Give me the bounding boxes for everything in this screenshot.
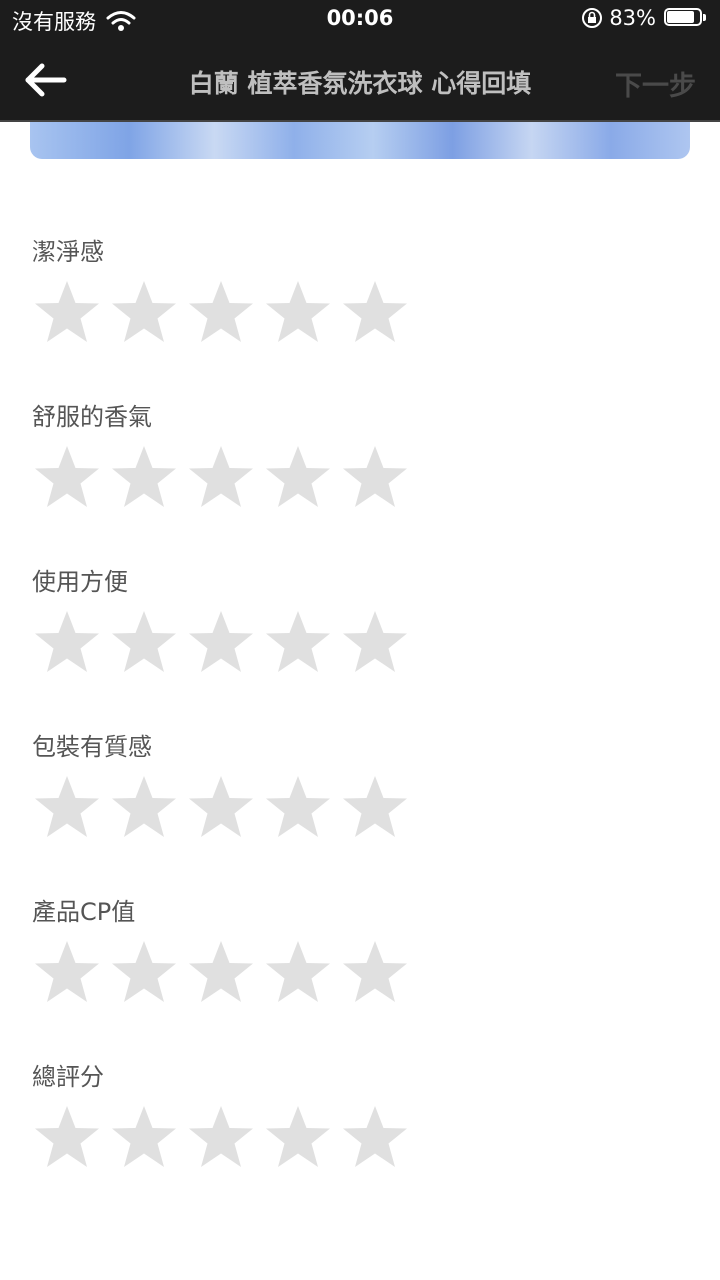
- status-bar: 沒有服務 00:06 83%: [0, 0, 720, 40]
- star-icon[interactable]: [340, 279, 410, 347]
- star-icon[interactable]: [340, 444, 410, 512]
- star-icon[interactable]: [263, 774, 333, 842]
- rating-label: 包裝有質感: [32, 733, 152, 761]
- orientation-lock-icon: [582, 8, 603, 28]
- star-icon[interactable]: [186, 1104, 256, 1172]
- back-arrow-icon[interactable]: [18, 58, 74, 102]
- next-step-button[interactable]: 下一步: [615, 64, 696, 103]
- star-icon[interactable]: [186, 774, 256, 842]
- rating-item: 包裝有質感: [32, 730, 432, 842]
- star-icon[interactable]: [32, 279, 102, 347]
- star-icon[interactable]: [32, 1104, 102, 1172]
- star-rating: [32, 939, 432, 1007]
- status-right: 83%: [581, 6, 708, 30]
- star-icon[interactable]: [32, 609, 102, 677]
- product-image: [30, 122, 690, 159]
- rating-item: 潔淨感: [32, 235, 432, 347]
- rating-item: 總評分: [32, 1060, 432, 1172]
- star-icon[interactable]: [263, 1104, 333, 1172]
- star-icon[interactable]: [109, 774, 179, 842]
- rating-item: 舒服的香氣: [32, 400, 432, 512]
- star-icon[interactable]: [186, 279, 256, 347]
- star-icon[interactable]: [109, 609, 179, 677]
- carrier-status: 沒有服務: [12, 6, 136, 36]
- star-icon[interactable]: [340, 939, 410, 1007]
- star-rating: [32, 444, 432, 512]
- nav-bar: 白蘭 植萃香氛洗衣球 心得回填 下一步: [0, 40, 720, 122]
- star-rating: [32, 1104, 432, 1172]
- star-icon[interactable]: [263, 279, 333, 347]
- star-icon[interactable]: [186, 939, 256, 1007]
- star-rating: [32, 774, 432, 842]
- rating-label: 使用方便: [32, 568, 128, 596]
- page-title: 白蘭 植萃香氛洗衣球 心得回填: [188, 69, 532, 98]
- star-icon[interactable]: [32, 444, 102, 512]
- star-icon[interactable]: [109, 444, 179, 512]
- star-icon[interactable]: [186, 609, 256, 677]
- star-icon[interactable]: [109, 279, 179, 347]
- star-rating: [32, 609, 432, 677]
- star-icon[interactable]: [263, 939, 333, 1007]
- star-icon[interactable]: [186, 444, 256, 512]
- rating-item: 使用方便: [32, 565, 432, 677]
- rating-label: 舒服的香氣: [32, 403, 152, 431]
- star-icon[interactable]: [263, 444, 333, 512]
- star-icon[interactable]: [340, 774, 410, 842]
- carrier-label: 沒有服務: [12, 10, 96, 34]
- star-icon[interactable]: [109, 939, 179, 1007]
- battery-percent: 83%: [609, 6, 656, 30]
- star-rating: [32, 279, 432, 347]
- wifi-icon: [106, 11, 136, 31]
- star-icon[interactable]: [340, 1104, 410, 1172]
- star-icon[interactable]: [263, 609, 333, 677]
- star-icon[interactable]: [340, 609, 410, 677]
- star-icon[interactable]: [32, 774, 102, 842]
- star-icon[interactable]: [32, 939, 102, 1007]
- battery-icon: [664, 8, 708, 28]
- rating-label: 產品CP值: [32, 898, 136, 926]
- rating-item: 產品CP值: [32, 895, 432, 1007]
- rating-label: 潔淨感: [32, 238, 104, 266]
- star-icon[interactable]: [109, 1104, 179, 1172]
- rating-label: 總評分: [32, 1063, 104, 1091]
